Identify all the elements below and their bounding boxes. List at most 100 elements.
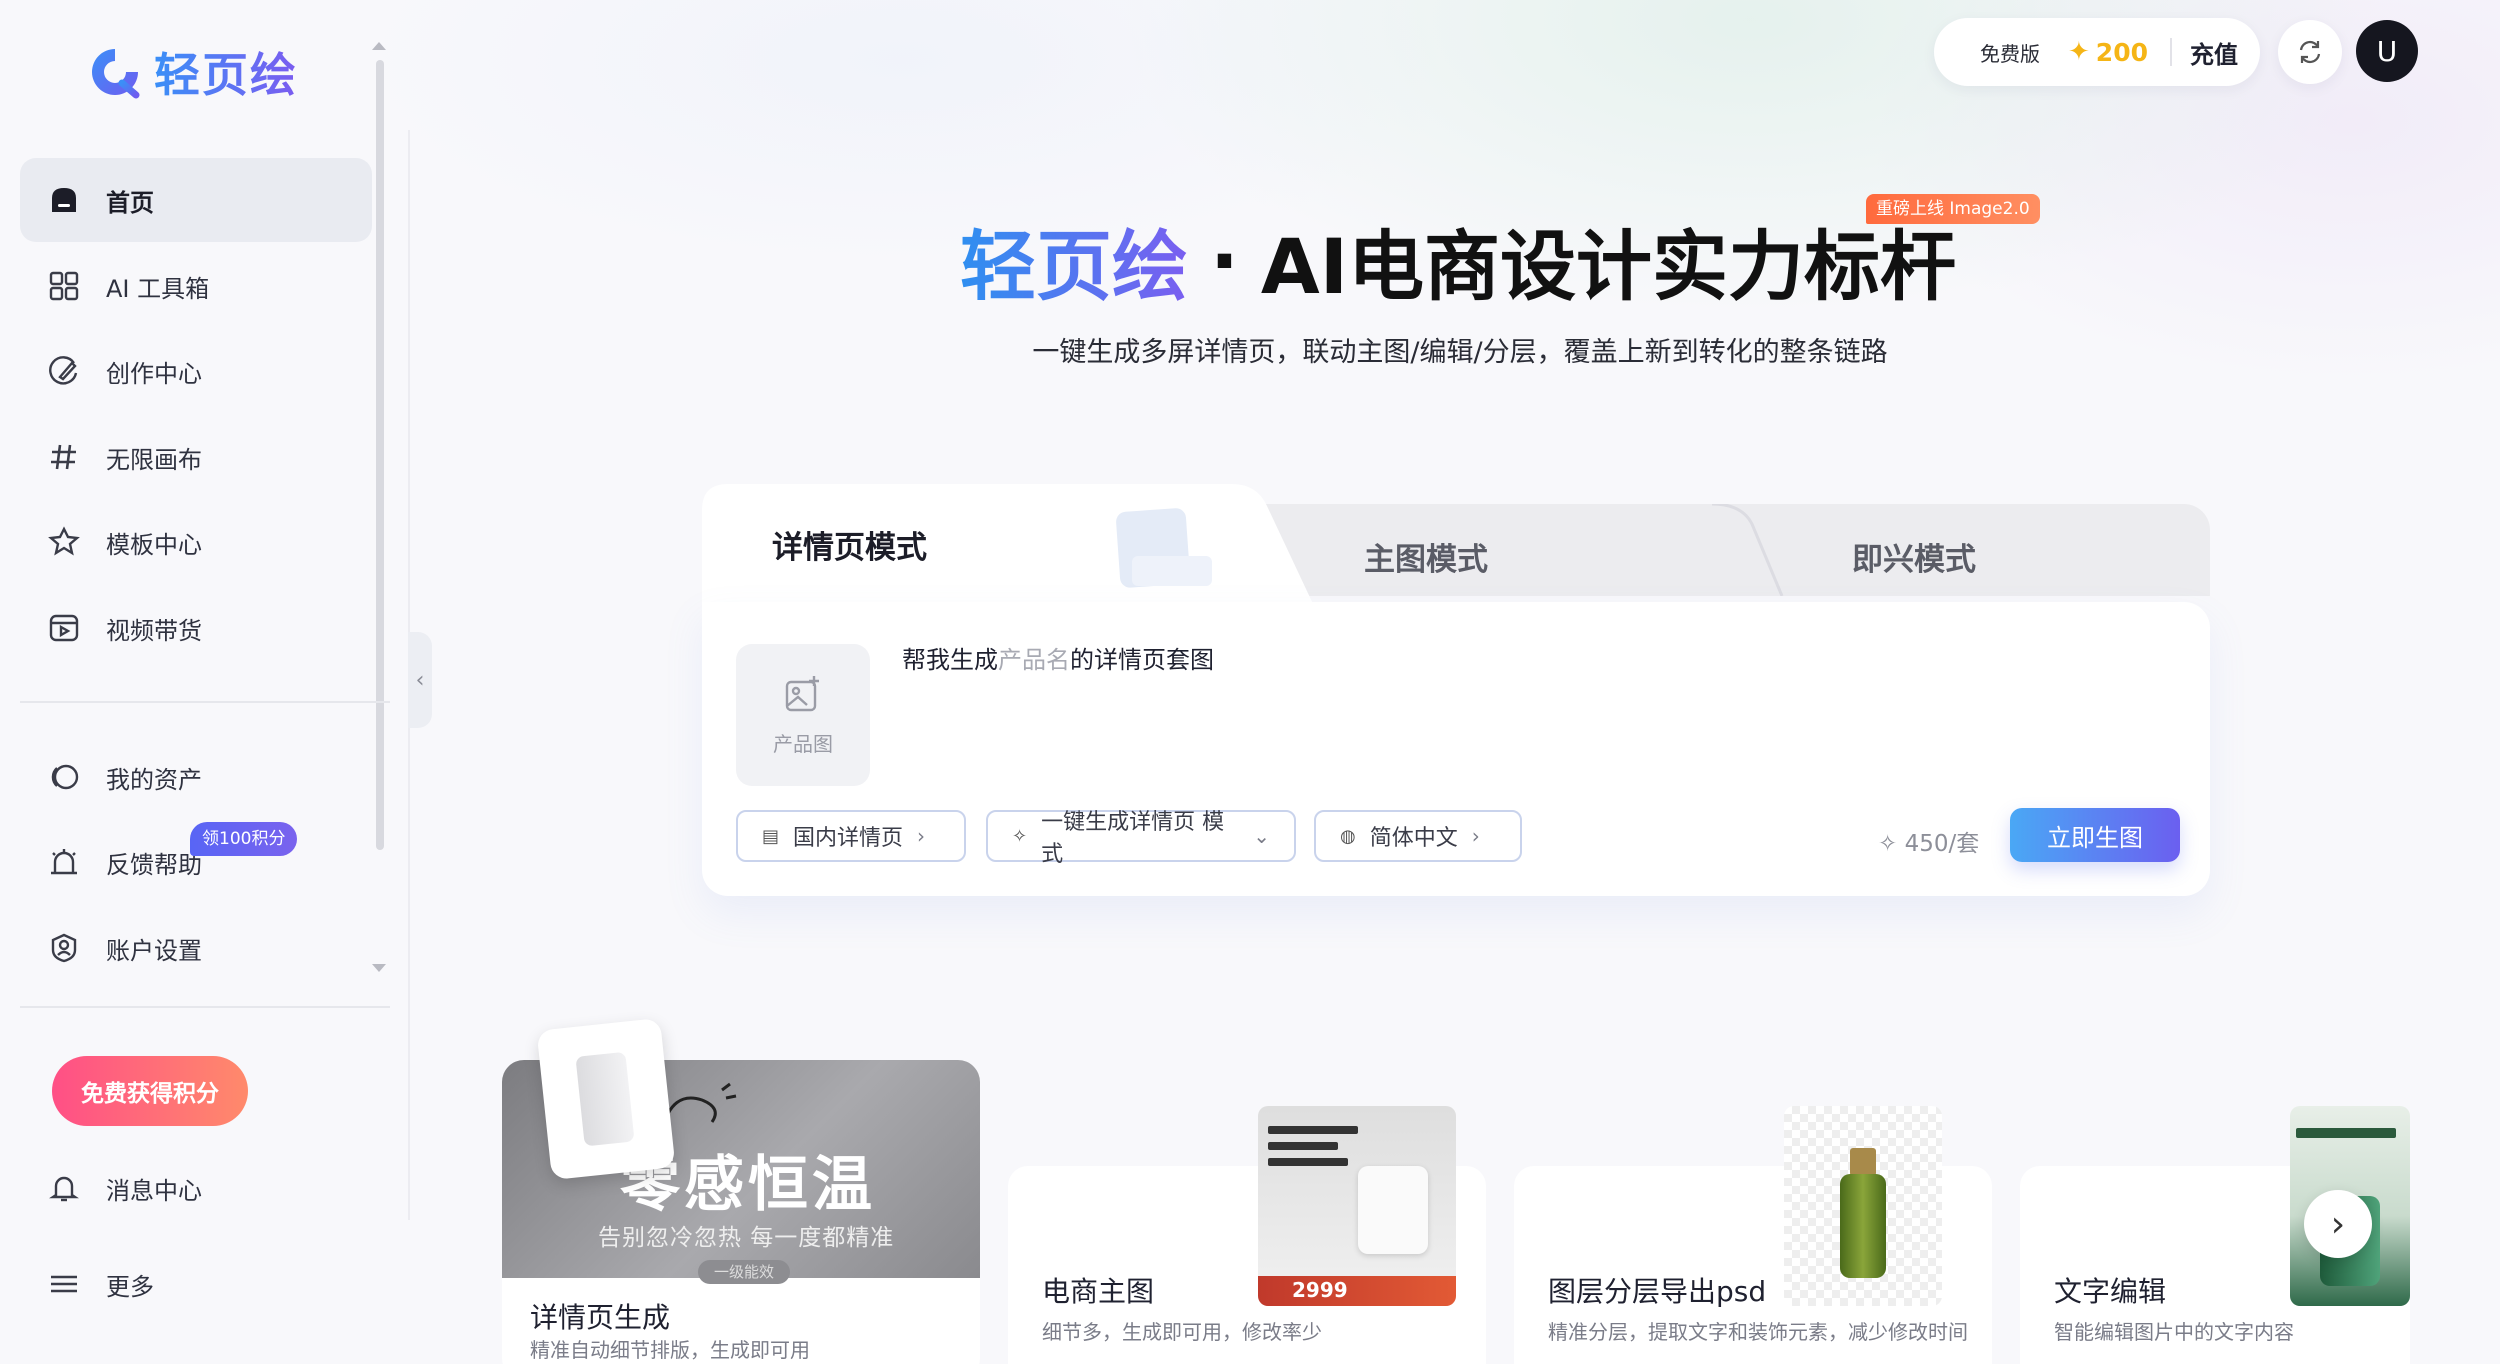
sidebar-divider bbox=[20, 1006, 390, 1008]
sidebar-scrollbar[interactable] bbox=[376, 60, 384, 850]
feature-title: 电商主图 bbox=[1042, 1275, 1155, 1308]
sidebar-item-infinite-canvas[interactable]: 无限画布 bbox=[20, 415, 372, 499]
serum-bottle-thumbnail bbox=[1784, 1106, 1942, 1306]
avatar[interactable]: U bbox=[2356, 20, 2418, 82]
sidebar-item-messages[interactable]: 消息中心 bbox=[20, 1146, 372, 1230]
sidebar-item-my-assets[interactable]: 我的资产 bbox=[20, 735, 372, 819]
sidebar-item-label: 创作中心 bbox=[106, 359, 202, 388]
sidebar-item-label: 我的资产 bbox=[106, 765, 202, 794]
language-select[interactable]: ◍ 简体中文 › bbox=[1314, 810, 1522, 862]
generation-mode-select[interactable]: ✧ 一键生成详情页 模式 ⌄ bbox=[986, 810, 1296, 867]
sidebar-item-creation-center[interactable]: 创作中心 bbox=[20, 329, 372, 413]
feature-title: 详情页生成 bbox=[530, 1301, 671, 1334]
sidebar-item-account-settings[interactable]: 账户设置 bbox=[20, 906, 372, 990]
prompt-suffix: 的详情页套图 bbox=[1070, 646, 1214, 674]
sparkle-icon: ✦ bbox=[2068, 37, 2090, 67]
feature-desc: 精准自动细节排版，生成即可用 bbox=[530, 1338, 810, 1362]
tab-detail-mode[interactable]: 详情页模式 bbox=[702, 484, 1314, 606]
grid-icon bbox=[46, 268, 82, 304]
sidebar: 轻页绘 首页 AI 工具箱 创作中心 无限画布 模板中心 视频带货 我的资产 反… bbox=[0, 0, 410, 1364]
chevron-right-icon: › bbox=[2330, 1203, 2346, 1245]
video-icon bbox=[46, 610, 82, 646]
alarm-icon bbox=[46, 844, 82, 880]
recharge-button[interactable]: 充值 bbox=[2190, 35, 2238, 70]
collapse-sidebar-button[interactable]: ‹ bbox=[408, 632, 432, 728]
sidebar-divider bbox=[20, 701, 390, 703]
page-type-label: 国内详情页 bbox=[793, 826, 904, 851]
prompt-prefix: 帮我生成 bbox=[902, 646, 998, 674]
hero-title: 轻页绘 · AI电商设计实力标杆 bbox=[960, 210, 1960, 312]
water-heater-thumbnail bbox=[536, 1017, 676, 1181]
sidebar-item-ai-toolbox[interactable]: AI 工具箱 bbox=[20, 244, 372, 328]
refresh-button[interactable] bbox=[2278, 20, 2342, 84]
prompt-placeholder[interactable]: 产品名 bbox=[998, 646, 1070, 674]
carousel-next-button[interactable]: › bbox=[2304, 1190, 2372, 1258]
hero-dot: · bbox=[1210, 215, 1239, 305]
sparkle-icon: ✧ bbox=[1878, 831, 1905, 857]
product-image-upload[interactable]: 产品图 bbox=[736, 644, 870, 786]
account-icon bbox=[46, 930, 82, 966]
points-bar: 免费版 ✦ 200 充值 bbox=[1934, 18, 2260, 86]
brand-name: 轻页绘 bbox=[154, 39, 298, 105]
feedback-reward-badge: 领100积分 bbox=[190, 822, 298, 856]
sidebar-item-label: AI 工具箱 bbox=[106, 274, 210, 303]
menu-icon bbox=[46, 1266, 82, 1302]
palette-icon bbox=[46, 353, 82, 389]
sidebar-item-label: 首页 bbox=[106, 188, 154, 217]
prompt-input[interactable]: 帮我生成产品名的详情页套图 bbox=[902, 640, 1214, 675]
sidebar-item-label: 账户设置 bbox=[106, 936, 202, 965]
generate-button[interactable]: 立即生图 bbox=[2010, 808, 2180, 862]
sidebar-item-video-commerce[interactable]: 视频带货 bbox=[20, 586, 372, 670]
thumb-price: 2999 bbox=[1292, 1278, 1348, 1302]
chevron-down-icon: ⌄ bbox=[1253, 824, 1270, 848]
tab-impromptu-mode[interactable]: 即兴模式 bbox=[1852, 534, 1976, 579]
sidebar-item-label: 无限画布 bbox=[106, 445, 202, 474]
separator bbox=[2169, 38, 2172, 66]
feature-desc: 细节多，生成即可用，修改率少 bbox=[1042, 1320, 1322, 1344]
chevron-right-icon: › bbox=[1471, 824, 1480, 848]
sidebar-item-more[interactable]: 更多 bbox=[20, 1242, 372, 1326]
hero-subtitle: 一键生成多屏详情页，联动主图/编辑/分层，覆盖上新到转化的整条链路 bbox=[1032, 337, 1888, 368]
refresh-icon bbox=[2299, 40, 2321, 64]
hero-brand: 轻页绘 bbox=[960, 205, 1188, 315]
bell-icon bbox=[46, 1170, 82, 1206]
home-icon bbox=[46, 182, 82, 218]
feature-title: 图层分层导出psd bbox=[1548, 1275, 1767, 1308]
feature-image-subtitle: 告别忽冷忽热 每一度都精准 bbox=[598, 1225, 895, 1251]
free-points-button[interactable]: 免费获得积分 bbox=[52, 1056, 248, 1126]
chevron-left-icon: ‹ bbox=[415, 667, 425, 693]
chevron-right-icon: › bbox=[917, 824, 926, 848]
logo[interactable]: 轻页绘 bbox=[86, 40, 298, 104]
sidebar-item-home[interactable]: 首页 bbox=[20, 158, 372, 242]
tab-divider bbox=[1712, 504, 1784, 596]
cost-per-set: ✧ 450/套 bbox=[1878, 824, 1979, 858]
document-icon: ▤ bbox=[762, 825, 780, 847]
scroll-up-arrow[interactable] bbox=[372, 42, 386, 50]
tab-label: 详情页模式 bbox=[772, 530, 927, 566]
feature-desc: 精准分层，提取文字和装饰元素，减少修改时间 bbox=[1548, 1320, 1968, 1344]
page-type-select[interactable]: ▤ 国内详情页 › bbox=[736, 810, 966, 862]
plan-label: 免费版 bbox=[1980, 41, 2040, 66]
sidebar-item-label: 更多 bbox=[106, 1272, 154, 1301]
generation-mode-label: 一键生成详情页 模式 bbox=[1041, 810, 1225, 867]
hero-headline: AI电商设计实力标杆 bbox=[1260, 222, 1956, 311]
points-count: 200 bbox=[2095, 37, 2148, 67]
feature-title: 文字编辑 bbox=[2054, 1275, 2167, 1308]
feature-desc: 智能编辑图片中的文字内容 bbox=[2054, 1320, 2294, 1344]
robot-vacuum-thumbnail: 2999 bbox=[1258, 1106, 1456, 1306]
cost-label: 450/套 bbox=[1904, 831, 1980, 857]
new-release-badge: 重磅上线 Image2.0 bbox=[1866, 194, 2040, 224]
sidebar-item-label: 消息中心 bbox=[106, 1176, 202, 1205]
language-label: 简体中文 bbox=[1369, 826, 1458, 851]
sidebar-item-template-center[interactable]: 模板中心 bbox=[20, 500, 372, 584]
image-add-icon bbox=[785, 675, 819, 711]
scroll-down-arrow[interactable] bbox=[372, 964, 386, 972]
sidebar-item-label: 视频带货 bbox=[106, 616, 202, 645]
tab-main-image-mode[interactable]: 主图模式 bbox=[1364, 534, 1488, 579]
globe-icon: ◍ bbox=[1340, 825, 1356, 847]
generation-card: 详情页模式 主图模式 即兴模式 产品图 帮我生成产品名的详情页套图 ▤ 国内详情… bbox=[702, 484, 2210, 896]
composer: 产品图 帮我生成产品名的详情页套图 ▤ 国内详情页 › ✧ 一键生成详情页 模式… bbox=[702, 602, 2210, 896]
sparkle-icon: ✧ bbox=[1012, 825, 1028, 847]
template-icon bbox=[46, 524, 82, 560]
product-image-label: 产品图 bbox=[773, 731, 833, 756]
